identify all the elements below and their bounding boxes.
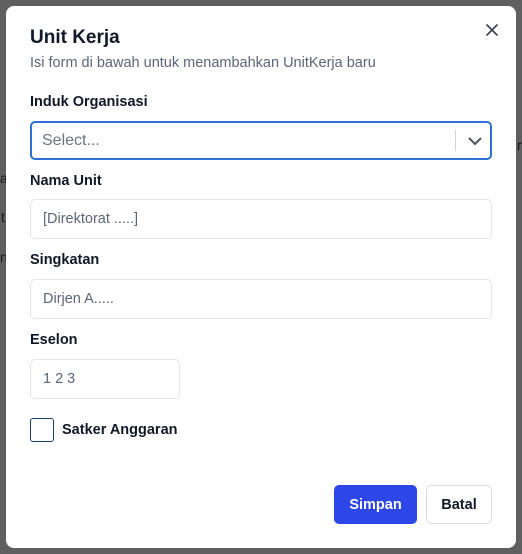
batal-button[interactable]: Batal: [426, 485, 492, 524]
induk-organisasi-label: Induk Organisasi: [30, 94, 148, 110]
satker-anggaran-checkbox[interactable]: [30, 418, 54, 442]
nama-unit-input[interactable]: [Direktorat .....]: [30, 199, 492, 239]
select-placeholder: Select...: [42, 132, 100, 149]
unit-kerja-dialog: Unit Kerja Isi form di bawah untuk menam…: [6, 6, 516, 548]
nama-unit-label: Nama Unit: [30, 173, 102, 189]
close-button[interactable]: [483, 21, 501, 39]
simpan-button[interactable]: Simpan: [334, 485, 417, 524]
singkatan-input[interactable]: Dirjen A.....: [30, 279, 492, 319]
induk-organisasi-select[interactable]: Select...: [30, 121, 492, 160]
singkatan-label: Singkatan: [30, 252, 100, 268]
eselon-placeholder: 1 2 3: [43, 371, 76, 387]
chevron-down-icon[interactable]: [465, 131, 485, 151]
backdrop-text: t: [1, 209, 5, 225]
dialog-subtitle: Isi form di bawah untuk menambahkan Unit…: [30, 55, 376, 71]
dialog-title: Unit Kerja: [30, 27, 120, 48]
satker-anggaran-label[interactable]: Satker Anggaran: [62, 422, 178, 438]
eselon-label: Eselon: [30, 332, 78, 348]
close-icon: [486, 24, 498, 36]
select-separator: [455, 130, 456, 151]
singkatan-placeholder: Dirjen A.....: [43, 291, 114, 307]
eselon-input[interactable]: 1 2 3: [30, 359, 180, 399]
backdrop-text: m: [517, 137, 522, 153]
nama-unit-placeholder: [Direktorat .....]: [43, 211, 139, 227]
